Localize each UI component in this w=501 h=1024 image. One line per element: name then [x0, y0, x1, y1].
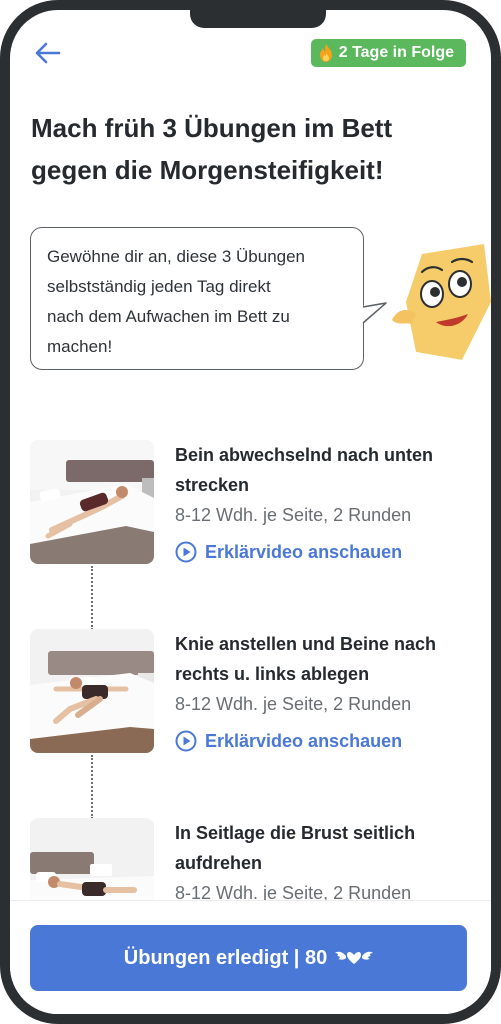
- side-button: [495, 138, 501, 260]
- phone-frame: 2 Tage in Folge Mach früh 3 Übungen im B…: [0, 0, 501, 1024]
- page-title: Mach früh 3 Übungen im Bett gegen die Mo…: [31, 107, 471, 191]
- bubble-text-line: machen!: [47, 337, 113, 356]
- play-circle-icon: [175, 730, 197, 752]
- exercise-title: Knie anstellen und Beine nach rechts u. …: [175, 629, 475, 689]
- play-circle-icon: [175, 541, 197, 563]
- video-link-label: Erklärvideo anschauen: [205, 730, 403, 751]
- exercise-item[interactable]: Bein abwechselnd nach unten strecken 8-1…: [30, 440, 470, 570]
- video-link-label: Erklärvideo anschauen: [205, 541, 403, 562]
- bubble-text-line: nach dem Aufwachen im Bett zu: [47, 307, 290, 326]
- bubble-tail: [362, 302, 387, 324]
- flame-icon: [319, 44, 332, 62]
- exercise-title-line: aufdrehen: [175, 853, 263, 873]
- wings-icon: [335, 951, 374, 964]
- exercise-title-line: Bein abwechselnd nach unten: [175, 445, 434, 465]
- exercise-photo: [30, 440, 154, 564]
- exercise-title-line: strecken: [175, 475, 250, 495]
- bubble-text-line: selbstständig jeden Tag direkt: [47, 277, 271, 296]
- bubble-text-line: Gewöhne dir an, diese 3 Übungen: [47, 247, 306, 266]
- footer-bar: Übungen erledigt | 80: [10, 900, 491, 1014]
- title-line: Mach früh 3 Übungen im Bett: [31, 113, 393, 143]
- exercise-item[interactable]: Knie anstellen und Beine nach rechts u. …: [30, 629, 470, 759]
- app-screen: 2 Tage in Folge Mach früh 3 Übungen im B…: [10, 10, 491, 1014]
- arrow-left-icon: [35, 42, 61, 64]
- timeline-connector: [91, 566, 93, 630]
- back-button[interactable]: [30, 36, 64, 70]
- title-line: gegen die Morgensteifigkeit!: [31, 155, 384, 185]
- exercise-reps: 8-12 Wdh. je Seite, 2 Runden: [175, 505, 412, 525]
- speech-bubble: Gewöhne dir an, diese 3 Übungen selbstst…: [30, 227, 364, 370]
- streak-label: 2 Tage in Folge: [338, 44, 454, 61]
- notch: [190, 10, 326, 28]
- exercise-title-line: Knie anstellen und Beine nach: [175, 634, 437, 654]
- side-button: [495, 300, 501, 372]
- mascot-illustration: [392, 244, 491, 364]
- exercise-title: Bein abwechselnd nach unten strecken: [175, 440, 475, 500]
- exercise-title-line: rechts u. links ablegen: [175, 664, 370, 684]
- video-link[interactable]: Erklärvideo anschauen: [175, 539, 402, 565]
- exercise-title-line: In Seitlage die Brust seitlich: [175, 823, 416, 843]
- streak-badge: 2 Tage in Folge: [310, 39, 466, 67]
- exercise-reps: 8-12 Wdh. je Seite, 2 Runden: [175, 694, 412, 714]
- timeline-connector: [91, 755, 93, 819]
- done-button-label: Übungen erledigt | 80: [123, 946, 328, 969]
- video-link[interactable]: Erklärvideo anschauen: [175, 728, 402, 754]
- exercise-title: In Seitlage die Brust seitlich aufdrehen: [175, 818, 475, 878]
- exercise-photo: [30, 629, 154, 753]
- exercises-done-button[interactable]: Übungen erledigt | 80: [30, 925, 467, 991]
